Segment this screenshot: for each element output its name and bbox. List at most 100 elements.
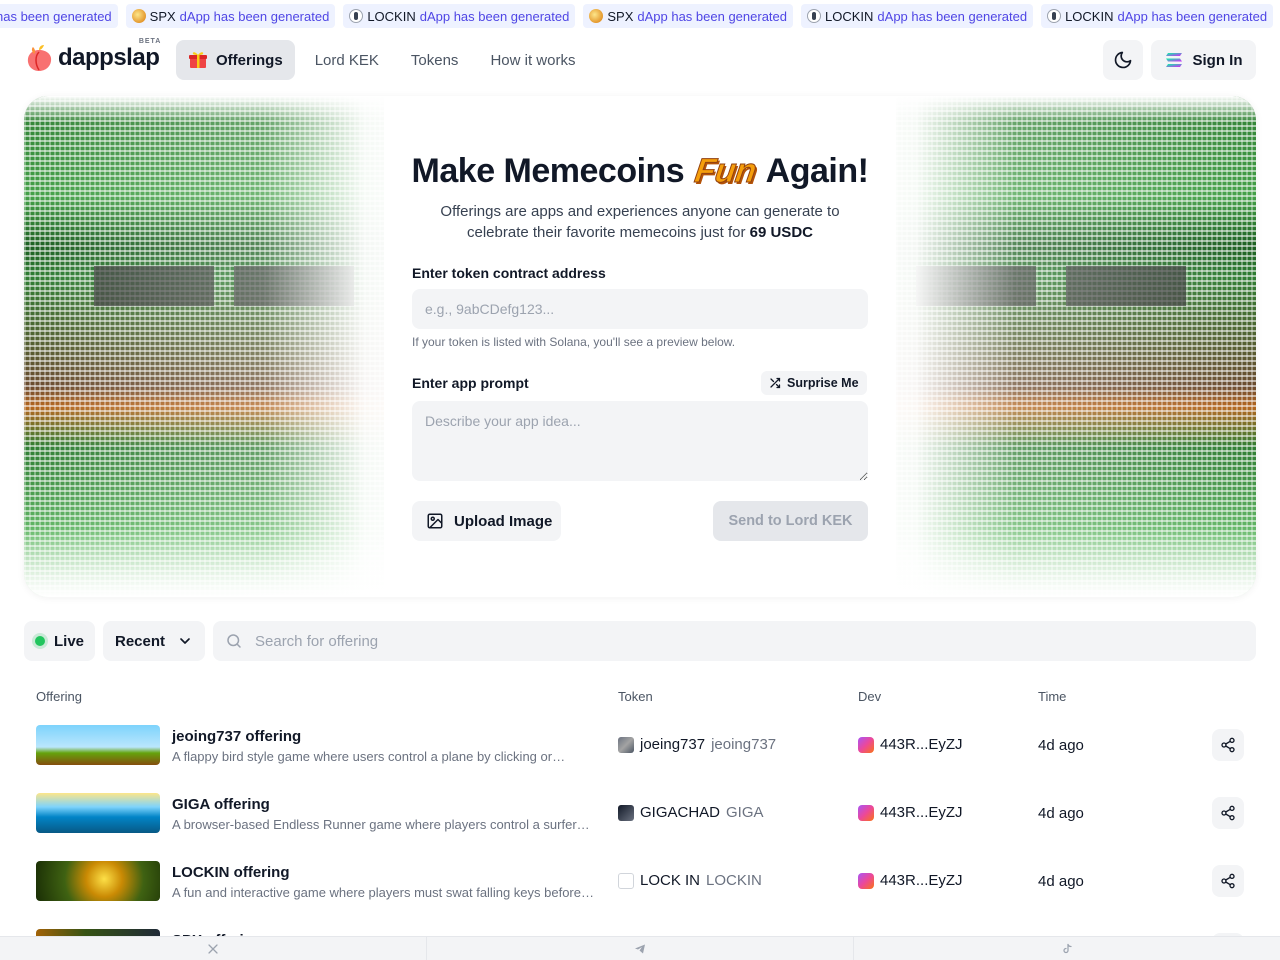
- surprise-me-label: Surprise Me: [787, 376, 859, 390]
- ticker-item[interactable]: LOCKIN dApp has been generated: [343, 4, 576, 28]
- live-filter-button[interactable]: Live: [24, 621, 95, 661]
- nav-lord-kek[interactable]: Lord KEK: [299, 40, 395, 80]
- offering-time: 4d ago: [1038, 737, 1084, 754]
- token-symbol: LOCKIN: [706, 872, 762, 889]
- ticker-item[interactable]: has been generated: [0, 4, 118, 28]
- lockin-coin-icon: [1047, 9, 1062, 23]
- sort-dropdown[interactable]: Recent: [103, 621, 205, 661]
- share-button[interactable]: [1212, 797, 1244, 829]
- lockin-coin-icon: [807, 9, 822, 23]
- offering-time: 4d ago: [1038, 873, 1084, 890]
- peach-logo-icon: [26, 44, 52, 72]
- solana-icon: [1165, 53, 1182, 67]
- token-name: joeing737: [640, 736, 706, 753]
- social-footer: [0, 936, 1280, 960]
- hero-fade-bottom: [24, 527, 1256, 597]
- top-header: dappslap BETA Offerings Lord KEK Tokens …: [0, 32, 1280, 88]
- offering-title: jeoing737 offering: [172, 728, 302, 745]
- token-cell[interactable]: joeing737 jeoing737: [640, 736, 776, 753]
- spx-coin-icon: [589, 9, 604, 23]
- x-icon: [208, 943, 218, 954]
- column-header-token: Token: [618, 689, 653, 704]
- live-indicator-dot: [35, 636, 45, 646]
- logo-wordmark: dappslap: [58, 44, 160, 71]
- dev-address[interactable]: 443R...EyZJ: [880, 872, 963, 889]
- logo-text: dappslap BETA: [58, 38, 160, 72]
- upload-image-button[interactable]: Upload Image: [412, 501, 561, 541]
- x-link[interactable]: [0, 937, 427, 960]
- table-row[interactable]: jeoing737 offering A flappy bird style g…: [24, 716, 1256, 784]
- chevron-down-icon: [180, 638, 190, 644]
- ticker-token: LOCKIN: [825, 8, 874, 24]
- share-button[interactable]: [1212, 729, 1244, 761]
- token-symbol: GIGA: [726, 804, 764, 821]
- telegram-link[interactable]: [427, 937, 854, 960]
- search-input[interactable]: [255, 632, 1235, 650]
- contract-address-hint: If your token is listed with Solana, you…: [412, 335, 736, 349]
- shuffle-icon: [770, 377, 781, 389]
- hero-title: Make Memecoins Fun Again!: [24, 152, 1256, 191]
- upload-image-label: Upload Image: [454, 512, 553, 530]
- dev-address[interactable]: 443R...EyZJ: [880, 804, 963, 821]
- nav-label: Offerings: [216, 51, 283, 69]
- tiktok-link[interactable]: [854, 937, 1280, 960]
- hero-fade-top: [24, 96, 1256, 122]
- offering-time: 4d ago: [1038, 805, 1084, 822]
- ticker-token: SPX: [149, 8, 176, 24]
- ticker-item[interactable]: SPX dApp has been generated: [583, 4, 794, 28]
- share-button[interactable]: [1212, 865, 1244, 897]
- column-header-dev: Dev: [858, 689, 882, 704]
- ticker-item[interactable]: SPX dApp has been generated: [125, 4, 336, 28]
- telegram-icon: [635, 944, 645, 953]
- fun-word-art: Fun: [692, 152, 759, 191]
- price-text: 69 USDC: [749, 224, 813, 241]
- ticker-item[interactable]: LOCKIN dApp has been generated: [1041, 4, 1274, 28]
- offering-description: A fun and interactive game where players…: [172, 885, 594, 900]
- hero-subtitle: Offerings are apps and experiences anyon…: [412, 201, 868, 243]
- image-icon: [427, 513, 443, 529]
- spx-coin-icon: [131, 9, 146, 23]
- logo[interactable]: dappslap BETA: [26, 38, 160, 72]
- offering-title: LOCKIN offering: [172, 864, 290, 881]
- moon-icon: [1114, 51, 1132, 69]
- token-avatar: [618, 873, 634, 889]
- tiktok-icon: [1063, 943, 1072, 953]
- ticker-token: LOCKIN: [1065, 8, 1114, 24]
- column-header-time: Time: [1038, 689, 1067, 704]
- share-icon: [1221, 873, 1235, 889]
- ticker-token: LOCKIN: [367, 8, 416, 24]
- activity-ticker: has been generated SPX dApp has been gen…: [0, 0, 1280, 32]
- gift-icon: [188, 50, 208, 70]
- dev-address[interactable]: 443R...EyZJ: [880, 736, 963, 753]
- token-symbol: jeoing737: [711, 736, 777, 753]
- table-row[interactable]: GIGA offering A browser-based Endless Ru…: [24, 784, 1256, 852]
- app-prompt-textarea[interactable]: [412, 401, 868, 481]
- theme-toggle-button[interactable]: [1103, 40, 1143, 80]
- ticker-item[interactable]: LOCKIN dApp has been generated: [801, 4, 1034, 28]
- sign-in-button[interactable]: Sign In: [1151, 40, 1256, 80]
- contract-address-input[interactable]: [412, 289, 868, 329]
- table-row[interactable]: LOCKIN offering A fun and interactive ga…: [24, 852, 1256, 920]
- surprise-me-button[interactable]: Surprise Me: [761, 371, 867, 395]
- ticker-message: dApp has been generated: [179, 8, 330, 24]
- app-prompt-label: Enter app prompt: [412, 375, 529, 391]
- share-icon: [1221, 805, 1235, 821]
- offering-thumbnail: [36, 793, 160, 833]
- nav-offerings[interactable]: Offerings: [176, 40, 295, 80]
- nav-how-it-works[interactable]: How it works: [474, 40, 591, 80]
- offering-description: A flappy bird style game where users con…: [172, 749, 566, 764]
- token-cell[interactable]: LOCK IN LOCKIN: [640, 872, 762, 889]
- nav-tokens[interactable]: Tokens: [395, 40, 475, 80]
- ticker-message: dApp has been generated: [1117, 8, 1268, 24]
- dev-avatar: [858, 737, 874, 753]
- send-to-lord-kek-button[interactable]: Send to Lord KEK: [713, 501, 868, 541]
- ticker-message: has been generated: [0, 8, 112, 24]
- ticker-message: dApp has been generated: [637, 8, 788, 24]
- hero-title-start: Make Memecoins: [411, 152, 685, 190]
- token-name: GIGACHAD: [640, 804, 721, 821]
- beta-badge: BETA: [138, 38, 162, 45]
- token-avatar: [618, 805, 634, 821]
- token-cell[interactable]: GIGACHAD GIGA: [640, 804, 764, 821]
- main-nav: Offerings Lord KEK Tokens How it works: [176, 40, 591, 80]
- token-name: LOCK IN: [640, 872, 701, 889]
